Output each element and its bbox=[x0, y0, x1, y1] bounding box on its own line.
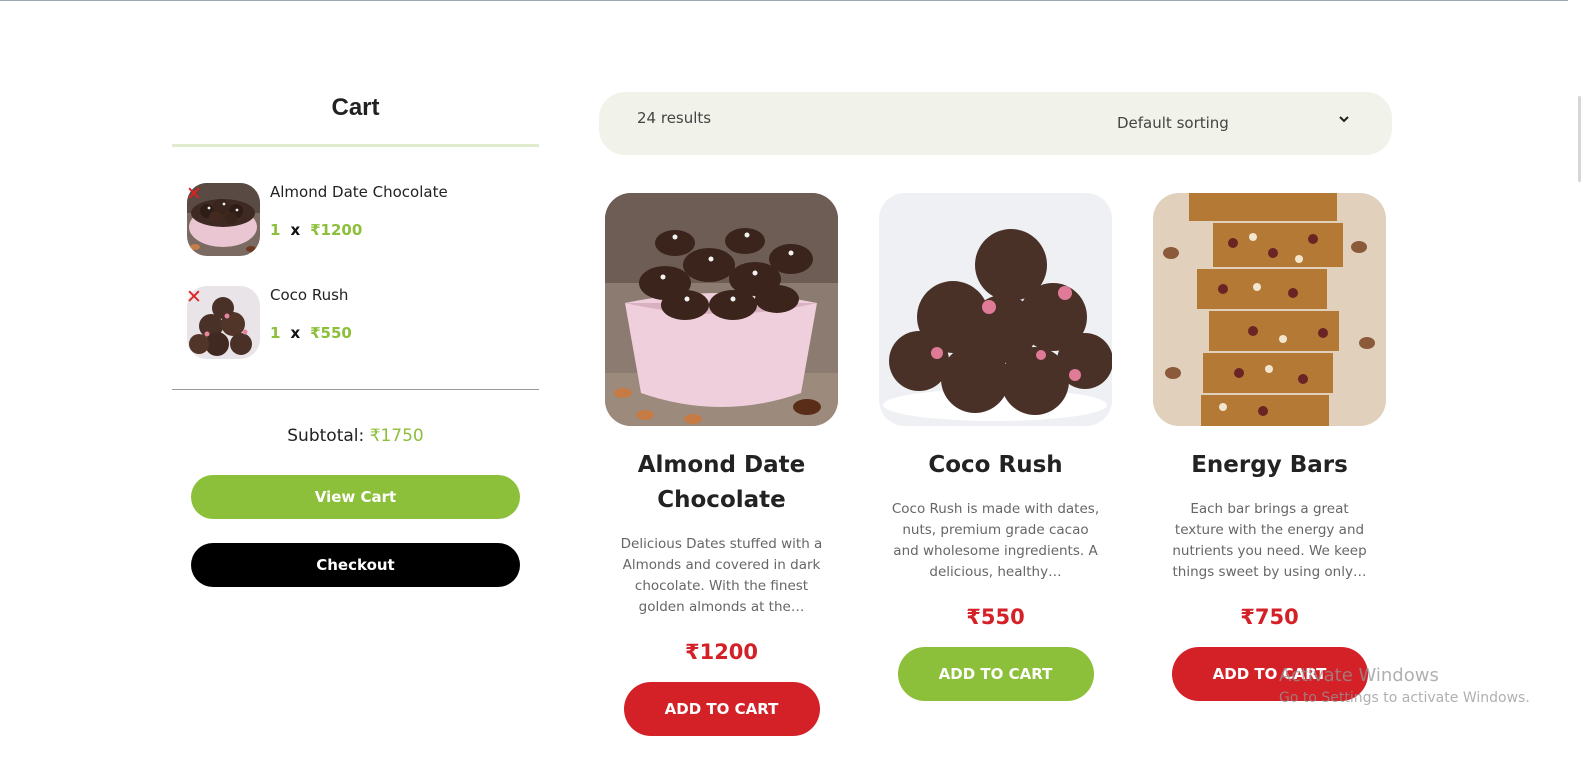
product-description: Coco Rush is made with dates, nuts, prem… bbox=[891, 501, 1100, 580]
product-image[interactable] bbox=[1153, 193, 1386, 426]
subtotal-label: Subtotal: bbox=[287, 426, 365, 446]
sorting-select[interactable]: Default sorting bbox=[1117, 114, 1229, 132]
cart-item-price: ₹550 bbox=[310, 324, 352, 342]
product-name[interactable]: Coco Rush bbox=[879, 448, 1112, 483]
cart-title: Cart bbox=[331, 94, 380, 121]
cart-sidebar: Cart ✕ Almond Date Chocolate 1 x ₹1200 ✕… bbox=[172, 88, 539, 587]
product-name[interactable]: Energy Bars bbox=[1153, 448, 1386, 483]
product-price: ₹1200 bbox=[684, 640, 759, 664]
product-description: Delicious Dates stuffed with a Almonds a… bbox=[620, 536, 823, 615]
add-to-cart-button[interactable]: ADD TO CART bbox=[623, 682, 820, 736]
product-image[interactable] bbox=[879, 193, 1112, 426]
product-description: Each bar brings a great texture with the… bbox=[1172, 501, 1367, 580]
cart-item-times: x bbox=[290, 324, 301, 342]
view-cart-button[interactable]: View Cart bbox=[191, 475, 520, 519]
product-image[interactable] bbox=[605, 193, 838, 426]
cart-item: ✕ Coco Rush 1 x ₹550 bbox=[172, 286, 539, 389]
watermark-title: Activate Windows bbox=[1279, 665, 1439, 686]
product-card: Energy Bars Each bar brings a great text… bbox=[1153, 193, 1386, 701]
product-name[interactable]: Almond Date Chocolate bbox=[605, 448, 838, 518]
shop-toolbar: 24 results Default sorting bbox=[599, 92, 1392, 155]
cart-item-name[interactable]: Coco Rush bbox=[270, 286, 348, 304]
scrollbar[interactable] bbox=[1568, 0, 1587, 757]
cart-item-qty: 1 bbox=[270, 221, 281, 239]
cart-item-name[interactable]: Almond Date Chocolate bbox=[270, 183, 448, 201]
subtotal-value: ₹1750 bbox=[369, 426, 424, 446]
product-card: Almond Date Chocolate Delicious Dates st… bbox=[605, 193, 838, 736]
product-price: ₹750 bbox=[1240, 605, 1299, 629]
cart-item-price: ₹1200 bbox=[310, 221, 363, 239]
top-border bbox=[0, 0, 1587, 1]
cart-item-qty: 1 bbox=[270, 324, 281, 342]
remove-item-icon[interactable]: ✕ bbox=[186, 285, 202, 309]
product-card: Coco Rush Coco Rush is made with dates, … bbox=[879, 193, 1112, 701]
product-price: ₹550 bbox=[966, 605, 1025, 629]
results-count: 24 results bbox=[637, 109, 712, 127]
remove-item-icon[interactable]: ✕ bbox=[186, 182, 202, 206]
cart-item-times: x bbox=[290, 221, 301, 239]
activation-watermark: Activate Windows Go to Settings to activ… bbox=[1279, 665, 1530, 706]
cart-item-quantity-line: 1 x ₹1200 bbox=[270, 221, 362, 239]
cart-item: ✕ Almond Date Chocolate 1 x ₹1200 bbox=[172, 183, 539, 286]
scrollbar-thumb[interactable] bbox=[1578, 96, 1581, 182]
watermark-subtitle: Go to Settings to activate Windows. bbox=[1279, 690, 1530, 706]
cart-item-list: ✕ Almond Date Chocolate 1 x ₹1200 ✕ Coco… bbox=[172, 147, 539, 389]
cart-divider bbox=[172, 389, 539, 390]
add-to-cart-button[interactable]: ADD TO CART bbox=[897, 647, 1094, 701]
cart-subtotal: Subtotal: ₹1750 bbox=[172, 426, 539, 446]
cart-item-quantity-line: 1 x ₹550 bbox=[270, 324, 352, 342]
checkout-button[interactable]: Checkout bbox=[191, 543, 520, 587]
chevron-down-icon[interactable] bbox=[1338, 113, 1350, 129]
